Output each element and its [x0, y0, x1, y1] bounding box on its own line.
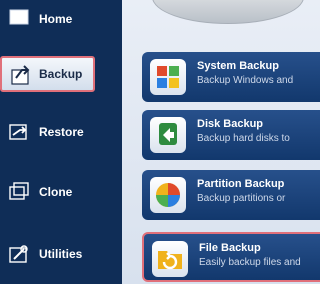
- disk-backup-title: Disk Backup: [197, 118, 264, 130]
- content-area: System Backup Backup Windows and Disk Ba…: [122, 0, 320, 284]
- nav-utilities[interactable]: Utilities: [0, 225, 122, 283]
- nav-home[interactable]: Home: [0, 0, 122, 44]
- system-backup-desc: Backup Windows and: [197, 75, 294, 86]
- pie-chart-icon: [150, 177, 186, 213]
- disk-backup-icon: [150, 117, 186, 153]
- folder-icon: [152, 241, 188, 277]
- nav-restore-label: Restore: [39, 125, 84, 139]
- disk-backup-desc: Backup hard disks to: [197, 133, 290, 144]
- left-navigation: Home Backup Restore Clone Utilities: [0, 0, 122, 284]
- partition-backup-card[interactable]: Partition Backup Backup partitions or: [142, 170, 320, 220]
- windows-flag-icon: [150, 59, 186, 95]
- nav-clone-label: Clone: [39, 185, 73, 199]
- file-backup-desc: Easily backup files and: [199, 257, 301, 268]
- system-backup-card[interactable]: System Backup Backup Windows and: [142, 52, 320, 102]
- nav-backup[interactable]: Backup: [0, 56, 95, 92]
- nav-clone[interactable]: Clone: [0, 163, 122, 221]
- system-backup-title: System Backup: [197, 60, 279, 72]
- home-icon: [9, 9, 29, 25]
- restore-icon: [9, 124, 27, 140]
- partition-backup-desc: Backup partitions or: [197, 193, 286, 204]
- partition-backup-title: Partition Backup: [197, 178, 285, 190]
- nav-restore[interactable]: Restore: [0, 103, 122, 161]
- nav-utilities-label: Utilities: [39, 247, 83, 261]
- backup-icon: [11, 65, 30, 85]
- clone-icon: [9, 182, 29, 200]
- disk-backup-card[interactable]: Disk Backup Backup hard disks to: [142, 110, 320, 160]
- file-backup-card[interactable]: File Backup Easily backup files and: [142, 232, 320, 282]
- disk-graphic: [152, 0, 304, 24]
- utilities-icon: [9, 245, 28, 263]
- file-backup-title: File Backup: [199, 242, 261, 254]
- nav-home-label: Home: [39, 12, 73, 26]
- nav-backup-label: Backup: [39, 67, 83, 81]
